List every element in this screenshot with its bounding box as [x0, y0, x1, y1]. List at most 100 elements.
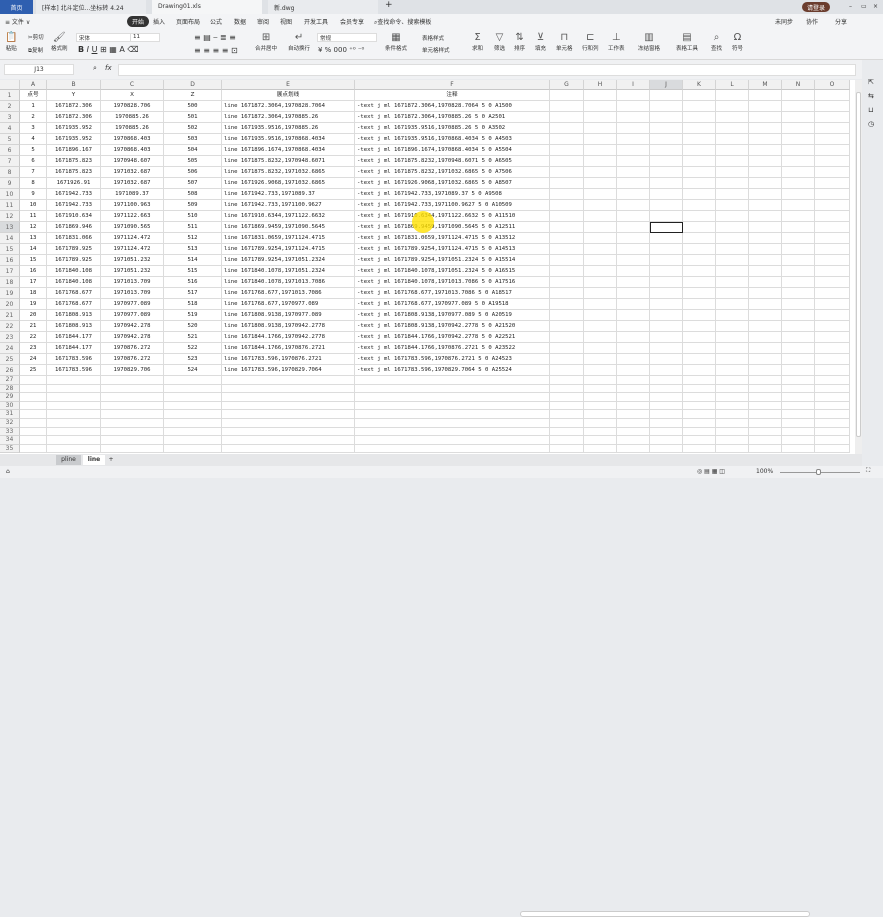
empty-cell[interactable] [716, 266, 749, 277]
column-header-n[interactable]: N [782, 80, 815, 90]
empty-cell[interactable] [716, 101, 749, 112]
row-header[interactable]: 28 [0, 384, 20, 394]
empty-cell[interactable] [749, 376, 782, 385]
header-cell[interactable]: X [101, 90, 164, 101]
table-cell[interactable]: -text j ml 1671942.733,1971100.9627 5 0 … [355, 200, 550, 211]
table-cell[interactable]: 14 [20, 244, 47, 255]
empty-cell[interactable] [355, 401, 550, 411]
empty-cell[interactable] [20, 376, 47, 385]
empty-cell[interactable] [815, 354, 850, 365]
empty-cell[interactable] [164, 410, 222, 419]
empty-cell[interactable] [683, 90, 716, 101]
row-header[interactable]: 23 [0, 332, 20, 343]
table-cell[interactable]: 19 [20, 299, 47, 310]
empty-cell[interactable] [716, 376, 749, 385]
format-painter-button[interactable]: 🖌 格式刷 [51, 32, 68, 52]
empty-cell[interactable] [749, 167, 782, 178]
empty-cell[interactable] [782, 288, 815, 299]
tab-data[interactable]: 数据 [234, 17, 246, 26]
table-cell[interactable]: 1970868.403 [101, 145, 164, 156]
header-cell[interactable]: Y [47, 90, 101, 101]
empty-cell[interactable] [584, 419, 617, 428]
table-cell[interactable]: -text j ml 1671926.9068,1971032.6865 5 0… [355, 178, 550, 189]
empty-cell[interactable] [650, 211, 683, 222]
empty-cell[interactable] [550, 354, 584, 365]
empty-cell[interactable] [101, 393, 164, 402]
empty-cell[interactable] [222, 444, 355, 454]
table-cell[interactable]: 1970948.607 [101, 156, 164, 167]
empty-cell[interactable] [716, 277, 749, 288]
empty-cell[interactable] [815, 410, 850, 419]
zoom-formula-icon[interactable]: ⌕ [93, 64, 97, 73]
empty-cell[interactable] [716, 167, 749, 178]
empty-cell[interactable] [617, 384, 650, 394]
empty-cell[interactable] [749, 419, 782, 428]
empty-cell[interactable] [650, 90, 683, 101]
empty-cell[interactable] [815, 222, 850, 233]
number-format-buttons[interactable]: ¥ % 000 ⁺⁰ ⁻⁰ [318, 46, 364, 54]
row-header[interactable]: 1 [0, 90, 20, 101]
column-header-a[interactable]: A [20, 80, 47, 90]
empty-cell[interactable] [782, 178, 815, 189]
empty-cell[interactable] [584, 365, 617, 376]
table-cell[interactable]: 1971013.709 [101, 288, 164, 299]
empty-cell[interactable] [550, 384, 584, 394]
empty-cell[interactable] [815, 255, 850, 266]
empty-cell[interactable] [550, 255, 584, 266]
table-cell[interactable]: 1671783.596 [47, 354, 101, 365]
empty-cell[interactable] [550, 266, 584, 277]
empty-cell[interactable] [749, 233, 782, 244]
table-cell[interactable]: 1671910.634 [47, 211, 101, 222]
empty-cell[interactable] [782, 321, 815, 332]
sync-button[interactable]: 未同步 [775, 17, 793, 26]
empty-cell[interactable] [782, 266, 815, 277]
empty-cell[interactable] [815, 277, 850, 288]
table-cell[interactable]: 511 [164, 222, 222, 233]
home-tab[interactable]: 首页 [0, 0, 33, 14]
tab-home[interactable]: 开始 [127, 16, 150, 27]
sheet-tab-line[interactable]: line [83, 455, 105, 465]
empty-cell[interactable] [550, 321, 584, 332]
empty-cell[interactable] [617, 376, 650, 385]
empty-cell[interactable] [101, 376, 164, 385]
empty-cell[interactable] [550, 123, 584, 134]
table-cell[interactable]: 1971089.37 [101, 189, 164, 200]
table-cell[interactable]: 1970977.089 [101, 299, 164, 310]
column-header-f[interactable]: F [355, 80, 550, 90]
new-tab-button[interactable]: + [385, 0, 393, 14]
empty-cell[interactable] [650, 332, 683, 343]
empty-cell[interactable] [716, 90, 749, 101]
table-cell[interactable]: 23 [20, 343, 47, 354]
row-header[interactable]: 32 [0, 419, 20, 428]
empty-cell[interactable] [749, 354, 782, 365]
table-cell[interactable]: 1671935.952 [47, 134, 101, 145]
tab-developer[interactable]: 开发工具 [304, 17, 328, 26]
table-cell[interactable]: 1671896.167 [47, 145, 101, 156]
empty-cell[interactable] [683, 277, 716, 288]
empty-cell[interactable] [782, 189, 815, 200]
empty-cell[interactable] [650, 365, 683, 376]
empty-cell[interactable] [650, 343, 683, 354]
empty-cell[interactable] [550, 310, 584, 321]
empty-cell[interactable] [815, 401, 850, 411]
empty-cell[interactable] [550, 156, 584, 167]
conditional-format-button[interactable]: ▦ 条件格式 [385, 32, 407, 52]
empty-cell[interactable] [550, 343, 584, 354]
table-cell[interactable]: 1671808.913 [47, 321, 101, 332]
empty-cell[interactable] [650, 277, 683, 288]
empty-cell[interactable] [355, 410, 550, 419]
table-cell[interactable]: -text j ml 1671872.3064,1970828.7064 5 0… [355, 101, 550, 112]
empty-cell[interactable] [222, 401, 355, 411]
row-header[interactable]: 11 [0, 200, 20, 211]
table-cell[interactable]: 7 [20, 167, 47, 178]
table-cell[interactable]: 501 [164, 112, 222, 123]
macro-icon[interactable]: ⌂ [6, 468, 10, 475]
table-cell[interactable]: 1970829.706 [101, 365, 164, 376]
table-cell[interactable]: 1971032.687 [101, 167, 164, 178]
symbol-button[interactable]: Ω 符号 [732, 32, 743, 52]
empty-cell[interactable] [47, 444, 101, 454]
empty-cell[interactable] [617, 178, 650, 189]
empty-cell[interactable] [749, 365, 782, 376]
empty-cell[interactable] [222, 419, 355, 428]
empty-cell[interactable] [749, 384, 782, 394]
